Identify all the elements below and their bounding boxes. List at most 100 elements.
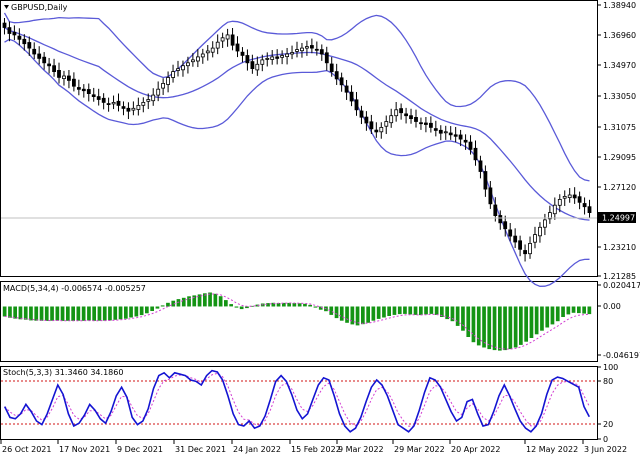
macd-tick-label: 0.020417 (603, 281, 640, 290)
macd-bar (366, 306, 370, 323)
candle-body (533, 234, 537, 243)
candle-body (433, 128, 438, 131)
macd-bar (571, 306, 576, 313)
candle-body (538, 226, 542, 237)
macd-bar (292, 303, 297, 307)
macd-bar (318, 306, 323, 310)
candle-body (181, 65, 185, 71)
macd-bar (339, 306, 344, 321)
candle-body (453, 134, 458, 137)
candle-body (409, 115, 413, 119)
price-tick-label: 1.31075 (603, 123, 636, 132)
date-tick-label: 9 Dec 2021 (117, 445, 163, 454)
macd-bar (582, 306, 586, 314)
macd-bar (8, 306, 12, 318)
candle-body (255, 63, 260, 71)
macd-bar (403, 306, 407, 314)
macd-bar (34, 306, 39, 321)
candle-body (438, 129, 443, 134)
candle-body (57, 70, 61, 78)
candle-body (567, 194, 572, 198)
macd-bar (218, 296, 223, 307)
bollinger-lower-band (4, 38, 590, 287)
macd-bar (545, 306, 550, 328)
macd-bar (466, 306, 471, 337)
macd-bar (145, 306, 149, 314)
macd-bar (139, 306, 144, 316)
candle-body (245, 55, 250, 64)
candle-body (364, 116, 369, 124)
candle-body (389, 115, 394, 124)
candle-body (488, 187, 493, 205)
date-tick-label: 12 May 2022 (526, 445, 578, 454)
macd-bar (102, 306, 107, 321)
macd-bar (361, 306, 365, 325)
macd-bar (118, 306, 123, 320)
symbol-label: GBPUSD,Daily (11, 3, 68, 12)
macd-bar (540, 306, 544, 331)
candle-body (131, 107, 136, 111)
candle-body (379, 127, 384, 133)
macd-bar (155, 306, 160, 309)
candle-body (185, 62, 190, 67)
candle-body (414, 117, 418, 122)
macd-bar (566, 306, 571, 315)
macd-bar (413, 306, 418, 315)
stoch-axis: 100 80 20 0 (597, 363, 618, 444)
candle-body (498, 215, 503, 224)
candle-body (270, 56, 275, 60)
date-tick-label: 17 Nov 2021 (59, 445, 110, 454)
candle-body (463, 139, 468, 143)
macd-bar (303, 303, 307, 307)
candle-body (448, 132, 453, 136)
macd-bar (18, 306, 23, 320)
candle-body (52, 65, 56, 72)
macd-bar (308, 304, 312, 307)
candle-body (309, 45, 314, 49)
candle-body (543, 219, 547, 228)
candle-body (582, 203, 587, 208)
candle-body (220, 37, 225, 42)
candle-body (250, 61, 255, 69)
candle-body (166, 77, 171, 85)
macd-bar (23, 306, 28, 320)
candle-body (22, 38, 27, 45)
candle-body (369, 121, 374, 130)
candle-body (72, 78, 76, 87)
candle-body (190, 59, 195, 63)
candle-body (473, 147, 478, 161)
macd-bar (134, 306, 139, 317)
price-tick-label: 1.33050 (603, 92, 636, 101)
macd-bar (387, 306, 391, 316)
chevron-down-icon[interactable] (4, 5, 9, 9)
macd-bar (550, 306, 555, 325)
date-tick-label: 20 Apr 2022 (451, 445, 500, 454)
candle-body (458, 134, 463, 140)
macd-bar (224, 300, 228, 307)
stoch-tick-label: 80 (603, 377, 613, 386)
candle-body (195, 56, 200, 62)
candle-body (230, 34, 235, 46)
candle-body (295, 49, 299, 52)
price-axis: 1.38940 1.36960 1.34970 1.33050 1.31075 … (597, 1, 636, 281)
macd-bar (334, 306, 339, 319)
macd-bar (519, 306, 523, 345)
macd-tick-label: -0.046197 (603, 351, 640, 360)
candle-body (106, 103, 111, 105)
macd-bar (492, 306, 497, 351)
macd-axis: 0.020417 0.00 -0.046197 (597, 281, 640, 360)
candle-body (260, 59, 265, 65)
date-axis: 26 Oct 2021 17 Nov 2021 9 Dec 2021 31 De… (0, 440, 627, 454)
macd-bar (350, 306, 355, 325)
date-tick-label: 31 Dec 2021 (175, 445, 226, 454)
macd-bar (424, 306, 428, 315)
candle-body (176, 68, 180, 71)
candle-body (562, 195, 567, 199)
macd-bar (392, 306, 397, 315)
candle-body (423, 122, 428, 125)
macd-bar (239, 306, 244, 310)
macd-bar (534, 306, 539, 335)
date-tick-label: 9 Mar 2022 (338, 445, 384, 454)
date-tick-label: 26 Oct 2021 (2, 445, 51, 454)
candle-body (210, 47, 215, 53)
